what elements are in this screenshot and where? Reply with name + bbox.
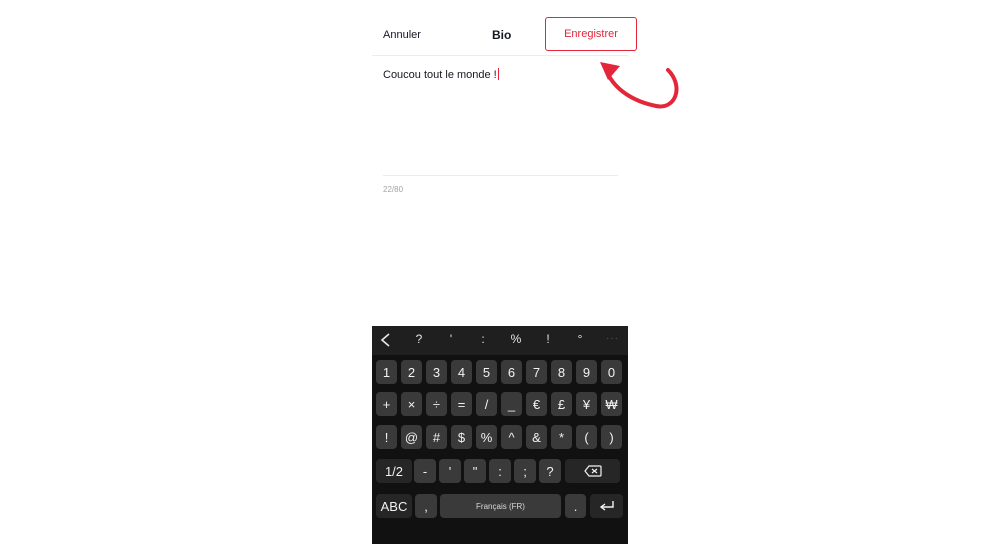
backspace-key[interactable] — [565, 459, 620, 483]
bio-input[interactable]: Coucou tout le monde ! — [383, 68, 618, 174]
enter-key[interactable] — [590, 494, 623, 518]
key[interactable]: ? — [539, 459, 561, 483]
key[interactable]: ' — [439, 459, 461, 483]
key[interactable]: ¥ — [576, 392, 597, 416]
chevron-left-icon[interactable] — [379, 333, 393, 347]
key[interactable]: £ — [551, 392, 572, 416]
key[interactable]: ; — [514, 459, 536, 483]
key[interactable]: - — [414, 459, 436, 483]
key[interactable]: 8 — [551, 360, 572, 384]
key[interactable]: × — [401, 392, 422, 416]
key[interactable]: 6 — [501, 360, 522, 384]
cancel-button[interactable]: Annuler — [383, 29, 421, 41]
key[interactable]: ÷ — [426, 392, 447, 416]
curved-arrow-icon — [600, 62, 679, 109]
key[interactable]: 0 — [601, 360, 622, 384]
page-title: Bio — [492, 28, 512, 42]
key[interactable]: ( — [576, 425, 597, 449]
more-icon[interactable]: ··· — [606, 333, 619, 344]
key[interactable]: * — [551, 425, 572, 449]
key[interactable]: _ — [501, 392, 522, 416]
enter-icon — [599, 501, 614, 511]
abc-key[interactable]: ABC — [376, 494, 412, 518]
save-highlight-box: Enregistrer — [545, 17, 637, 51]
key[interactable]: 4 — [451, 360, 472, 384]
key[interactable]: @ — [401, 425, 422, 449]
save-button[interactable]: Enregistrer — [546, 18, 636, 50]
toolbar-key[interactable]: ! — [538, 332, 558, 346]
key[interactable]: # — [426, 425, 447, 449]
key[interactable]: 1 — [376, 360, 397, 384]
key[interactable]: 7 — [526, 360, 547, 384]
key[interactable]: + — [376, 392, 397, 416]
key[interactable]: 3 — [426, 360, 447, 384]
key[interactable]: € — [526, 392, 547, 416]
header-bar: Annuler Bio Enregistrer — [372, 17, 637, 56]
period-key[interactable]: . — [565, 494, 586, 518]
key[interactable]: ) — [601, 425, 622, 449]
bio-text: Coucou tout le monde ! — [383, 69, 497, 81]
key[interactable]: $ — [451, 425, 472, 449]
toolbar-key[interactable]: ? — [409, 332, 429, 346]
keyboard: ? ' : % ! ° ··· 1 2 3 4 5 6 7 8 9 0 + × … — [372, 326, 628, 544]
space-key[interactable]: Français (FR) — [440, 494, 561, 518]
divider — [383, 175, 618, 176]
toolbar-key[interactable]: ° — [570, 332, 590, 346]
toolbar-key[interactable]: : — [473, 332, 493, 346]
key[interactable]: ^ — [501, 425, 522, 449]
comma-key[interactable]: , — [415, 494, 437, 518]
key[interactable]: ! — [376, 425, 397, 449]
key[interactable]: 9 — [576, 360, 597, 384]
key[interactable]: & — [526, 425, 547, 449]
key[interactable]: = — [451, 392, 472, 416]
text-caret — [497, 68, 500, 80]
backspace-icon — [583, 465, 602, 477]
character-counter: 22/80 — [383, 185, 404, 194]
key[interactable]: ₩ — [601, 392, 622, 416]
key[interactable]: " — [464, 459, 486, 483]
key[interactable]: / — [476, 392, 497, 416]
toolbar-key[interactable]: % — [506, 332, 526, 346]
symbols-page-key[interactable]: 1/2 — [376, 459, 412, 483]
key[interactable]: % — [476, 425, 497, 449]
key[interactable]: : — [489, 459, 511, 483]
toolbar-key[interactable]: ' — [441, 332, 461, 346]
keyboard-toolbar: ? ' : % ! ° ··· — [372, 326, 628, 355]
key[interactable]: 2 — [401, 360, 422, 384]
key[interactable]: 5 — [476, 360, 497, 384]
